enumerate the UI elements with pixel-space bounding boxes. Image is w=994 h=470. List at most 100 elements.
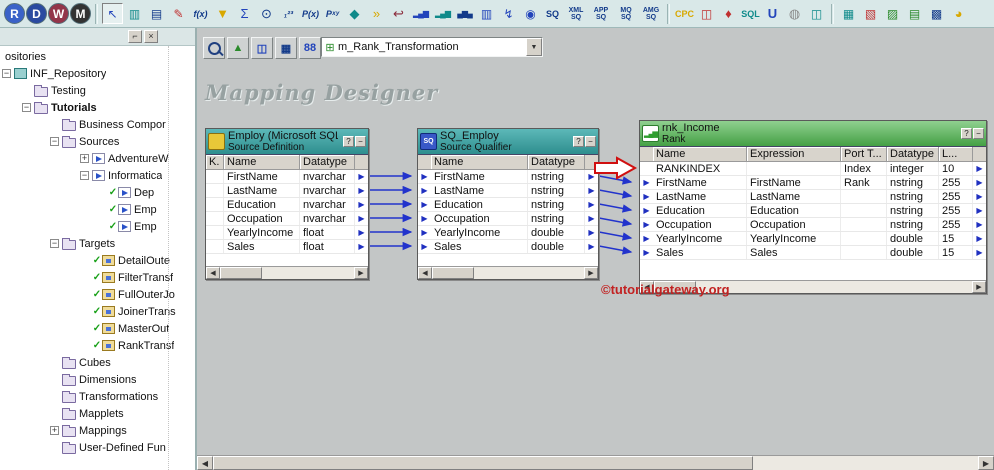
port-out-icon[interactable] <box>973 218 986 231</box>
xml-source-qualifier-icon[interactable]: XML SQ <box>564 3 588 24</box>
tree-item-mapplets[interactable]: Mapplets <box>0 405 195 422</box>
port-row[interactable]: LastNameLastName nstring255 <box>640 190 986 204</box>
scroll-track[interactable] <box>474 267 584 279</box>
edit-icon[interactable]: ✎ <box>168 3 189 24</box>
tree-item-filtertransformation[interactable]: ✓ FilterTransf <box>0 269 195 286</box>
port-row[interactable]: SalesSales double15 <box>640 246 986 260</box>
autolink-icon[interactable]: ▥ <box>124 3 145 24</box>
lookup-transformation-icon[interactable]: ⊙ <box>256 3 277 24</box>
port-in-icon[interactable] <box>418 240 431 253</box>
mapping-canvas[interactable]: Mapping Designer ▲ ◫ ▦ 88 ⊞ m_Rank_Trans… <box>197 28 994 470</box>
scroll-left-button[interactable]: ◀ <box>418 267 432 279</box>
port-out-icon[interactable] <box>973 162 986 175</box>
normalizer-transformation-icon[interactable]: ▥ <box>476 3 497 24</box>
collapse-icon[interactable] <box>50 239 59 248</box>
rank-transformation-box[interactable]: ▂▄▆ rnk_Income Rank ? − Name Expression … <box>639 120 987 294</box>
port-row[interactable]: LastName nvarchar <box>206 184 368 198</box>
port-in-icon[interactable] <box>418 212 431 225</box>
overview-button[interactable]: ▲ <box>227 37 249 59</box>
zoom-window-icon[interactable]: ▩ <box>926 3 947 24</box>
sorter-transformation-icon[interactable]: ▂▄▆ <box>432 3 453 24</box>
aggregator-transformation-icon[interactable]: Σ <box>234 3 255 24</box>
scroll-track[interactable] <box>753 456 978 470</box>
tree-item-user-defined-functions[interactable]: User-Defined Fun <box>0 439 195 456</box>
unconnected-lookup-icon[interactable]: ◉ <box>520 3 541 24</box>
port-in-icon[interactable] <box>418 198 431 211</box>
port-row[interactable]: Education nvarchar <box>206 198 368 212</box>
collapse-icon[interactable] <box>22 103 31 112</box>
tree-item-transformations[interactable]: Transformations <box>0 388 195 405</box>
scroll-right-button[interactable]: ▶ <box>584 267 598 279</box>
port-row[interactable]: FirstNamenstring <box>418 170 598 184</box>
expand-icon[interactable] <box>80 154 89 163</box>
port-in-icon[interactable] <box>640 190 653 203</box>
port-out-icon[interactable] <box>973 190 986 203</box>
port-row[interactable]: YearlyIncome float <box>206 226 368 240</box>
overview-window-icon[interactable]: ▧ <box>860 3 881 24</box>
help-button[interactable]: ? <box>343 136 354 147</box>
tree-item-fullouterjoin[interactable]: ✓ FullOuterJo <box>0 286 195 303</box>
tree-item-targets[interactable]: Targets <box>0 235 195 252</box>
port-in-icon[interactable] <box>640 232 653 245</box>
filter-transformation-icon[interactable]: ▼ <box>212 3 233 24</box>
data-masking-icon[interactable]: ♦ <box>718 3 739 24</box>
tree-item-informatica[interactable]: Informatica <box>0 167 195 184</box>
port-row[interactable]: Educationnstring <box>418 198 598 212</box>
tree-item-emp-1[interactable]: ✓ Emp <box>0 201 195 218</box>
scroll-track[interactable] <box>262 267 354 279</box>
minimize-button[interactable]: − <box>585 136 596 147</box>
expression-transformation-icon[interactable]: f(x) <box>190 3 211 24</box>
port-in-icon[interactable] <box>640 246 653 259</box>
port-out-icon[interactable] <box>355 184 368 197</box>
tree-item-dimensions[interactable]: Dimensions <box>0 371 195 388</box>
union-transformation-icon[interactable]: U <box>762 3 783 24</box>
workflow-manager-button[interactable]: W <box>48 3 69 24</box>
arrange-iconic-button[interactable]: ▦ <box>275 37 297 59</box>
port-row[interactable]: Occupation nvarchar <box>206 212 368 226</box>
layout-grid-button[interactable]: 88 <box>299 37 321 59</box>
tree-item-tutorials[interactable]: Tutorials <box>0 99 195 116</box>
port-in-icon[interactable] <box>640 204 653 217</box>
collapse-icon[interactable] <box>50 137 59 146</box>
port-row[interactable]: EducationEducation nstring255 <box>640 204 986 218</box>
minimize-button[interactable]: − <box>973 128 984 139</box>
port-out-icon[interactable] <box>585 184 598 197</box>
scroll-left-button[interactable]: ◀ <box>197 456 213 470</box>
transaction-control-icon[interactable]: ↯ <box>498 3 519 24</box>
port-row[interactable]: Occupationnstring <box>418 212 598 226</box>
port-out-icon[interactable] <box>585 198 598 211</box>
tree-item-joinertransformation[interactable]: ✓ JoinerTrans <box>0 303 195 320</box>
tree-item-emp-2[interactable]: ✓ Emp <box>0 218 195 235</box>
tree-item-cubes[interactable]: Cubes <box>0 354 195 371</box>
port-out-icon[interactable] <box>355 240 368 253</box>
box-titlebar[interactable]: ▂▄▆ rnk_Income Rank ? − <box>640 121 986 147</box>
scroll-thumb[interactable] <box>432 267 474 279</box>
port-out-icon[interactable] <box>973 232 986 245</box>
port-in-icon[interactable] <box>418 226 431 239</box>
tree-item-testing[interactable]: Testing <box>0 82 195 99</box>
amg-source-qualifier-icon[interactable]: AMG SQ <box>639 3 663 24</box>
port-out-icon[interactable] <box>585 226 598 239</box>
external-procedure-icon[interactable]: Pˣʸ <box>322 3 343 24</box>
tree-item-dep[interactable]: ✓ Dep <box>0 184 195 201</box>
mq-source-qualifier-icon[interactable]: MQ SQ <box>614 3 638 24</box>
port-out-icon[interactable] <box>355 198 368 211</box>
port-in-icon[interactable] <box>418 184 431 197</box>
zoom-tool-icon[interactable] <box>203 37 225 59</box>
mapping-selector[interactable]: ⊞ m_Rank_Transformation ▼ <box>321 37 543 57</box>
save-icon[interactable]: ▤ <box>146 3 167 24</box>
tree-item-mappings[interactable]: Mappings <box>0 422 195 439</box>
help-button[interactable]: ? <box>573 136 584 147</box>
port-out-icon[interactable] <box>585 240 598 253</box>
scroll-thumb[interactable] <box>213 456 753 470</box>
collapse-icon[interactable] <box>80 171 89 180</box>
scroll-thumb[interactable] <box>220 267 262 279</box>
port-row[interactable]: RANKINDEX Index integer 10 <box>640 162 986 176</box>
port-in-icon[interactable] <box>418 170 431 183</box>
box-titlebar[interactable]: SQ SQ_Employ Source Qualifier ? − <box>418 129 598 155</box>
dropdown-arrow-icon[interactable]: ▼ <box>526 38 542 56</box>
port-out-icon[interactable] <box>973 176 986 189</box>
tree-item-sources[interactable]: Sources <box>0 133 195 150</box>
port-out-icon[interactable] <box>355 170 368 183</box>
sql-transformation-icon[interactable]: SQL <box>740 3 761 24</box>
